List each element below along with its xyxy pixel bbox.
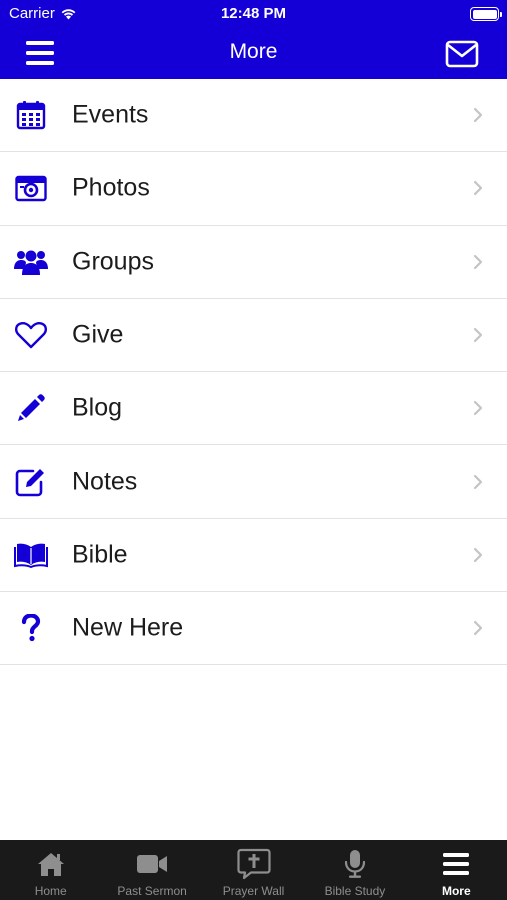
chevron-right-icon — [473, 621, 483, 636]
menu-item-label: Photos — [72, 173, 150, 202]
home-icon — [34, 848, 68, 880]
status-time: 12:48 PM — [220, 5, 287, 22]
menu-item-label: New Here — [72, 613, 184, 642]
calendar-icon — [14, 98, 48, 132]
menu-item-label: Bible — [72, 540, 128, 569]
hamburger-menu-icon — [439, 848, 473, 880]
menu-item-groups[interactable]: Groups — [0, 226, 507, 299]
chevron-right-icon — [473, 108, 483, 123]
chevron-right-icon — [473, 401, 483, 416]
tab-past-sermon[interactable]: Past Sermon — [101, 840, 202, 900]
menu-item-label: Groups — [72, 247, 154, 276]
tab-bible-study[interactable]: Bible Study — [304, 840, 405, 900]
microphone-icon — [338, 848, 372, 880]
tab-label: More — [441, 884, 471, 898]
prayer-bubble-icon — [236, 848, 271, 880]
menu-item-bible[interactable]: Bible — [0, 519, 507, 593]
menu-item-photos[interactable]: Photos — [0, 152, 507, 226]
nav-bar: More — [0, 28, 507, 79]
menu-item-notes[interactable]: Notes — [0, 445, 507, 519]
video-camera-icon — [135, 848, 169, 880]
envelope-icon — [445, 40, 479, 68]
edit-note-icon — [14, 465, 48, 499]
menu-item-blog[interactable]: Blog — [0, 372, 507, 446]
tab-label: Past Sermon — [117, 884, 187, 898]
people-icon — [14, 245, 48, 279]
menu-item-give[interactable]: Give — [0, 299, 507, 373]
pencil-icon — [14, 391, 48, 425]
camera-icon — [14, 171, 48, 205]
chevron-right-icon — [473, 474, 483, 489]
menu-item-label: Events — [72, 100, 149, 129]
open-book-icon — [14, 538, 48, 572]
menu-item-label: Blog — [72, 393, 123, 422]
tab-label: Bible Study — [324, 884, 386, 898]
chevron-right-icon — [473, 547, 483, 563]
menu-item-label: Give — [72, 320, 124, 349]
tab-prayer-wall[interactable]: Prayer Wall — [203, 840, 304, 900]
hamburger-menu-icon — [26, 41, 54, 65]
menu-item-new-here[interactable]: New Here — [0, 592, 507, 666]
status-bar: Carrier 12:48 PM — [0, 0, 507, 28]
tab-home[interactable]: Home — [0, 840, 101, 900]
header: Carrier 12:48 PM More — [0, 0, 507, 79]
mail-button[interactable] — [445, 40, 479, 68]
tab-label: Home — [34, 884, 67, 898]
more-menu-list: Events Photos Groups Give Blog Notes Bib… — [0, 79, 507, 666]
menu-button[interactable] — [26, 40, 54, 66]
menu-item-events[interactable]: Events — [0, 79, 507, 153]
tab-label: Prayer Wall — [222, 884, 285, 898]
battery-icon — [470, 7, 502, 21]
tab-bar: Home Past Sermon Prayer Wall Bible Study… — [0, 840, 507, 900]
heart-icon — [14, 318, 48, 352]
question-mark-icon — [14, 611, 48, 645]
tab-more[interactable]: More — [406, 840, 507, 900]
chevron-right-icon — [473, 327, 483, 343]
menu-item-label: Notes — [72, 467, 138, 496]
chevron-right-icon — [473, 254, 483, 269]
page-title: More — [229, 40, 278, 63]
chevron-right-icon — [473, 181, 483, 196]
